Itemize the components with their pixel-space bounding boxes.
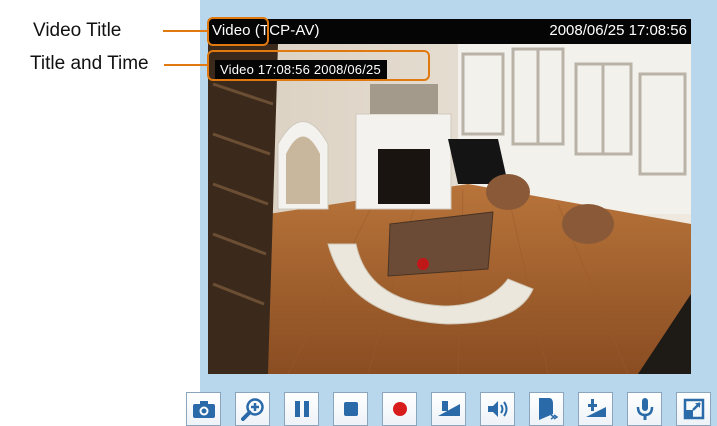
digital-zoom-button[interactable]	[235, 392, 270, 426]
microphone-button[interactable]	[627, 392, 662, 426]
fullscreen-button[interactable]	[676, 392, 711, 426]
snapshot-button[interactable]	[186, 392, 221, 426]
callout-leader-video-title	[163, 30, 207, 32]
camera-icon	[192, 401, 215, 418]
callout-leader-title-and-time	[164, 64, 208, 66]
stop-icon	[343, 402, 358, 416]
zoom-in-icon	[240, 398, 264, 421]
timestamp: 2008/06/25 17:08:56	[549, 22, 687, 39]
callout-video-title: Video Title	[33, 20, 122, 41]
highlight-video-title	[207, 17, 269, 46]
stop-button[interactable]	[333, 392, 368, 426]
highlight-title-and-time	[207, 50, 430, 81]
volume-icon	[437, 401, 460, 416]
microphone-icon	[636, 398, 653, 420]
pause-icon	[294, 401, 309, 417]
talk-icon	[585, 399, 606, 417]
record-icon	[392, 402, 407, 416]
callout-title-and-time: Title and Time	[30, 53, 149, 74]
speaker-button[interactable]	[480, 392, 515, 426]
live-video[interactable]: Video 17:08:56 2008/06/25	[208, 44, 691, 374]
video-title-bar: Video (TCP-AV) 2008/06/25 17:08:56	[208, 19, 691, 44]
fullscreen-icon	[683, 398, 704, 420]
speaker-icon	[487, 401, 507, 417]
mute-icon	[538, 398, 558, 420]
record-button[interactable]	[382, 392, 417, 426]
pause-button[interactable]	[284, 392, 319, 426]
talk-button[interactable]	[578, 392, 613, 426]
volume-button[interactable]	[431, 392, 466, 426]
control-toolbar	[186, 392, 716, 426]
video-frame-image	[208, 44, 691, 374]
mute-button[interactable]	[529, 392, 564, 426]
